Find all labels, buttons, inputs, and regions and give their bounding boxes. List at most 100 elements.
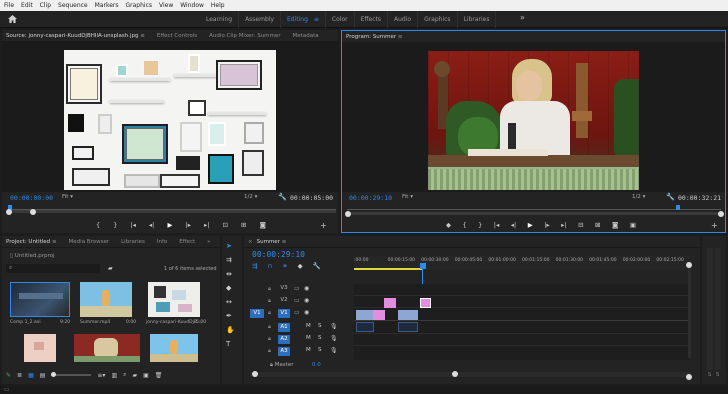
sort-icon[interactable]: ≡▾ <box>97 372 105 379</box>
timeline-clip[interactable] <box>398 310 418 320</box>
mark-in-icon[interactable]: { <box>96 221 100 229</box>
lift-icon[interactable]: ⊟ <box>578 221 583 229</box>
project-item-thumbnail[interactable] <box>24 334 56 362</box>
play-icon[interactable]: ▶ <box>167 221 172 229</box>
timeline-vertical-scrollbar[interactable] <box>688 262 691 358</box>
extract-icon[interactable]: ⊠ <box>595 221 600 229</box>
source-fit-select[interactable]: Fit ▾ <box>62 194 73 200</box>
program-go-to-in-icon[interactable]: |◂ <box>494 221 499 229</box>
vertical-scroll-handle-top[interactable] <box>686 262 692 268</box>
source-settings-wrench-icon[interactable]: 🔧 <box>278 193 287 201</box>
work-area-bar[interactable] <box>354 268 422 270</box>
master-lock-icon[interactable]: 🔒︎ <box>270 362 273 368</box>
lock-icon[interactable]: 🔒︎ <box>268 298 271 305</box>
tab-effects[interactable]: Effect <box>179 239 195 245</box>
tab-sequence[interactable]: × Summer ≡ <box>248 239 286 245</box>
source-scale-select[interactable]: 1/2 ▾ <box>244 194 257 200</box>
linked-selection-icon[interactable]: ⚭ <box>282 262 287 270</box>
eye-icon[interactable]: ◉ <box>304 285 309 292</box>
lock-icon[interactable]: 🔒︎ <box>268 348 271 355</box>
program-fit-select[interactable]: Fit ▾ <box>402 194 413 200</box>
zoom-slider-handle[interactable] <box>51 372 57 377</box>
project-search-input[interactable]: ⌕ <box>6 264 100 273</box>
eye-icon[interactable]: ◉ <box>304 297 309 304</box>
menu-view[interactable]: View <box>159 2 173 9</box>
workspace-tab-learning[interactable]: Learning <box>200 11 240 28</box>
program-go-to-out-icon[interactable]: ▸| <box>561 221 566 229</box>
program-playhead[interactable] <box>676 205 680 210</box>
tab-media-browser[interactable]: Media Browser <box>69 239 110 245</box>
program-mark-out-icon[interactable]: } <box>478 221 482 229</box>
timeline-clip[interactable] <box>356 310 373 320</box>
program-play-icon[interactable]: ▶ <box>528 221 533 229</box>
slip-tool-icon[interactable]: ↔ <box>226 298 235 306</box>
audio-clip[interactable] <box>398 322 418 332</box>
menu-sequence[interactable]: Sequence <box>58 2 88 9</box>
menu-window[interactable]: Window <box>180 2 204 9</box>
tab-program-menu-icon[interactable]: ≡ <box>398 34 403 40</box>
timeline-clip[interactable] <box>420 298 431 308</box>
track-label[interactable]: V1 <box>278 309 290 318</box>
track-label[interactable]: A1 <box>278 323 290 332</box>
tab-audio-clip-mixer[interactable]: Audio Clip Mixer: Summer <box>209 33 280 39</box>
program-zoom-handle-left[interactable] <box>345 211 351 217</box>
vertical-scroll-handle-bottom[interactable] <box>686 374 692 380</box>
camera-icon[interactable]: ◙ <box>260 221 266 229</box>
program-zoom-handle-right[interactable] <box>718 211 724 217</box>
add-marker-icon[interactable]: ◆ <box>446 221 451 229</box>
workspace-tab-editing[interactable]: Editing ≡ <box>281 11 326 28</box>
project-item-thumbnail[interactable] <box>74 334 140 362</box>
go-to-in-icon[interactable]: |◂ <box>130 221 135 229</box>
master-volume[interactable]: 0.0 <box>312 362 321 368</box>
project-item-thumbnail[interactable] <box>80 282 132 317</box>
solo-button[interactable]: S <box>318 335 322 341</box>
track-label[interactable]: V2 <box>278 297 290 306</box>
workspace-menu-icon[interactable]: ≡ <box>314 16 319 23</box>
automate-to-sequence-icon[interactable]: ▥ <box>111 372 117 379</box>
find-icon[interactable]: ⌕ <box>123 371 126 379</box>
program-add-button-icon[interactable]: + <box>711 221 718 230</box>
mute-button[interactable]: M <box>306 347 311 353</box>
lock-icon[interactable]: 🔒︎ <box>268 324 271 331</box>
new-bin-icon[interactable]: ▰ <box>108 265 113 272</box>
tab-info[interactable]: Info <box>157 239 167 245</box>
type-tool-icon[interactable]: T <box>226 340 235 348</box>
voiceover-mic-icon[interactable]: 🎙︎ <box>330 323 338 330</box>
tab-effect-controls[interactable]: Effect Controls <box>157 33 197 39</box>
snap-icon[interactable]: ∩ <box>267 262 272 270</box>
write-enabled-icon[interactable]: ✎ <box>6 372 11 379</box>
workspace-tab-libraries[interactable]: Libraries <box>458 11 497 28</box>
timeline-playhead-handle[interactable] <box>420 263 426 269</box>
delete-icon[interactable]: 🗑 <box>155 372 163 379</box>
tab-sequence-menu-icon[interactable]: ≡ <box>282 239 287 245</box>
icon-view-icon[interactable]: ▦ <box>28 372 34 379</box>
menu-clip[interactable]: Clip <box>40 2 51 9</box>
comparison-view-icon[interactable]: ▣ <box>630 221 636 229</box>
timeline-clip[interactable] <box>384 298 396 308</box>
menu-help[interactable]: Help <box>211 2 225 9</box>
pen-tool-icon[interactable]: ✒ <box>226 312 235 320</box>
track-label[interactable]: A2 <box>278 335 290 344</box>
menu-edit[interactable]: Edit <box>21 2 33 9</box>
program-zoom-bar[interactable] <box>347 212 721 215</box>
selection-tool-icon[interactable]: ➤ <box>226 242 235 250</box>
program-scrub-ruler[interactable] <box>347 204 721 210</box>
mute-button[interactable]: M <box>306 323 311 329</box>
mute-button[interactable]: M <box>306 335 311 341</box>
tab-metadata[interactable]: Metadata <box>293 33 319 39</box>
lock-icon[interactable]: 🔒︎ <box>268 286 271 293</box>
program-step-forward-icon[interactable]: |▸ <box>544 221 549 229</box>
tab-source[interactable]: Source: jonny-caspari-KuudDjBHIlA-unspla… <box>6 33 145 39</box>
solo-left-button[interactable]: S <box>708 372 711 378</box>
source-add-button-icon[interactable]: + <box>320 221 327 230</box>
workspace-tab-color[interactable]: Color <box>326 11 355 28</box>
project-tabs-more-icon[interactable]: » <box>207 239 210 245</box>
program-step-back-icon[interactable]: ◂| <box>511 221 516 229</box>
timeline-zoom-bar[interactable] <box>250 372 690 377</box>
timeline-zoom-handle-right[interactable] <box>452 371 458 377</box>
source-zoom-handle-right[interactable] <box>30 209 36 215</box>
hand-tool-icon[interactable]: ✋ <box>226 326 235 334</box>
tab-libraries[interactable]: Libraries <box>121 239 145 245</box>
timeline-clip[interactable] <box>373 310 385 320</box>
workspace-tab-assembly[interactable]: Assembly <box>239 11 281 28</box>
